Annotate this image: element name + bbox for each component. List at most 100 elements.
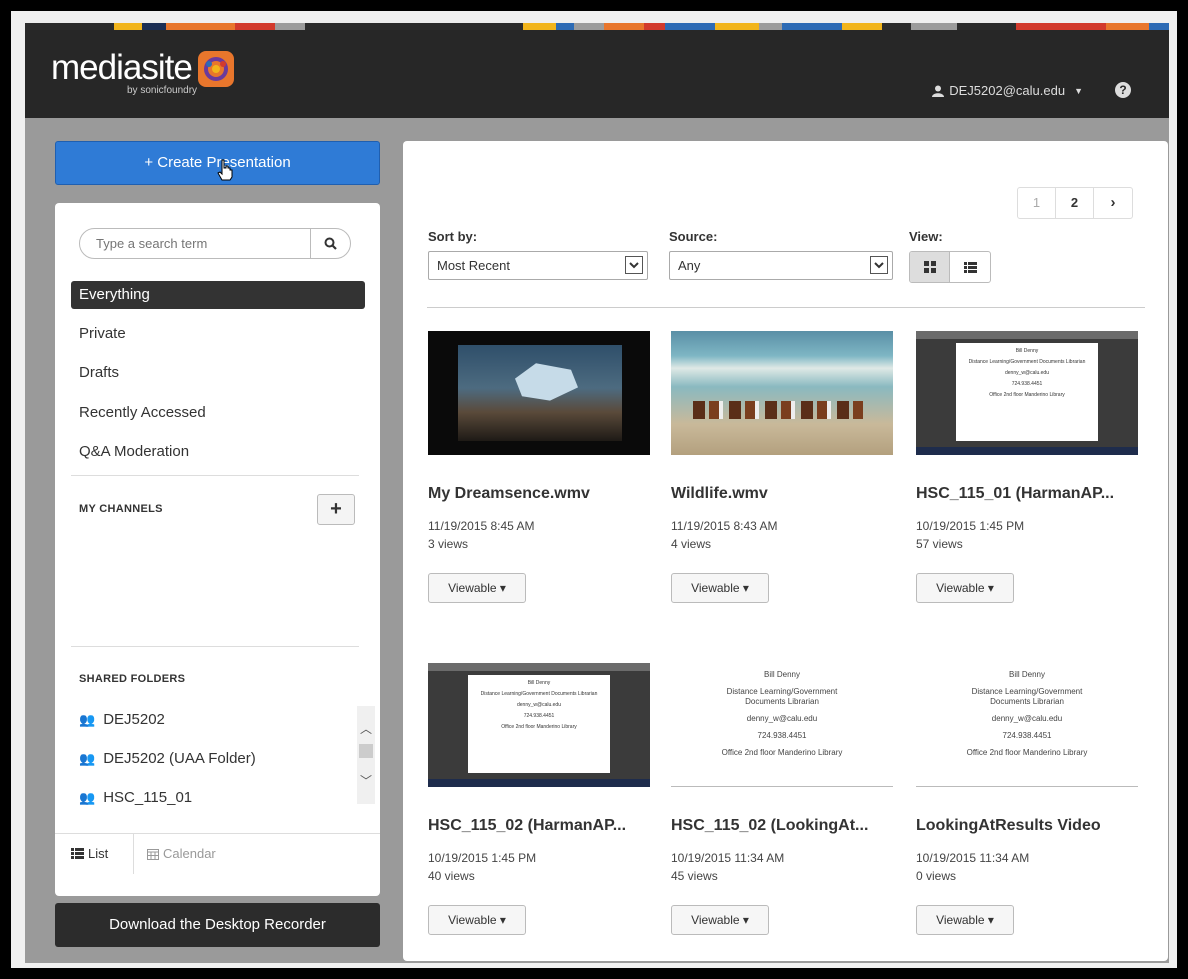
folder-item[interactable]: 👥 DEJ5202 bbox=[79, 711, 165, 728]
calendar-view-toggle[interactable]: Calendar bbox=[147, 846, 216, 861]
app-window: mediasite by sonicfoundry DEJ5202@calu.e… bbox=[25, 23, 1169, 963]
presentation-title[interactable]: HSC_115_01 (HarmanAP... bbox=[916, 485, 1146, 503]
presentation-card[interactable]: Bill Denny Distance Learning/Government … bbox=[671, 663, 893, 935]
nav-qa-moderation[interactable]: Q&A Moderation bbox=[71, 438, 365, 466]
page-1-button[interactable]: 1 bbox=[1018, 188, 1056, 218]
presentation-title[interactable]: HSC_115_02 (HarmanAP... bbox=[428, 817, 658, 835]
presentation-views: 45 views bbox=[671, 869, 718, 883]
calendar-icon bbox=[147, 848, 159, 860]
sidebar-panel: Everything Private Drafts Recently Acces… bbox=[55, 203, 380, 896]
list-icon bbox=[71, 848, 84, 859]
presentation-views: 40 views bbox=[428, 869, 475, 883]
download-recorder-button[interactable]: Download the Desktop Recorder bbox=[55, 903, 380, 947]
pagination: 1 2 › bbox=[1017, 187, 1133, 219]
presentation-date: 10/19/2015 1:45 PM bbox=[916, 519, 1025, 533]
status-dropdown[interactable]: Viewable ▾ bbox=[428, 905, 526, 935]
nav-recently-accessed[interactable]: Recently Accessed bbox=[71, 399, 365, 427]
video-thumbnail[interactable]: Bill Denny Distance Learning/Government … bbox=[671, 663, 893, 787]
mediasite-logo[interactable]: mediasite by sonicfoundry bbox=[51, 48, 234, 96]
folders-scrollbar[interactable]: ︿ ﹀ bbox=[357, 706, 375, 804]
divider bbox=[133, 834, 134, 874]
sort-value: Most Recent bbox=[437, 258, 510, 273]
nav-drafts[interactable]: Drafts bbox=[71, 359, 365, 387]
presentations-panel: 1 2 › Sort by: Most Recent Source: Any V… bbox=[403, 141, 1168, 961]
my-channels-heading: MY CHANNELS bbox=[79, 503, 163, 515]
search-box bbox=[79, 228, 351, 259]
presentation-views: 0 views bbox=[916, 869, 957, 883]
slide-office: Office 2nd floor Manderino Library bbox=[721, 748, 843, 757]
search-button[interactable] bbox=[310, 228, 350, 259]
nav-everything[interactable]: Everything bbox=[71, 281, 365, 309]
presentation-card[interactable]: Bill Denny Distance Learning/Government … bbox=[916, 663, 1138, 935]
presentation-card[interactable]: Bill Denny Distance Learning/Government … bbox=[428, 663, 650, 935]
sort-select[interactable]: Most Recent bbox=[428, 251, 648, 280]
add-channel-button[interactable]: + bbox=[317, 494, 355, 525]
list-label: List bbox=[88, 846, 109, 861]
users-icon: 👥 bbox=[79, 789, 96, 805]
view-label: View: bbox=[909, 229, 943, 244]
slide-page: Bill Denny Distance Learning/Government … bbox=[956, 343, 1098, 441]
presentation-card[interactable]: My Dreamsence.wmv 11/19/2015 8:45 AM 3 v… bbox=[428, 331, 650, 603]
status-dropdown[interactable]: Viewable ▾ bbox=[671, 573, 769, 603]
chevron-down-icon: ▼ bbox=[1074, 85, 1083, 96]
slide-role: Distance Learning/Government Documents L… bbox=[480, 691, 598, 697]
scroll-up-icon[interactable]: ︿ bbox=[360, 720, 372, 737]
divider bbox=[427, 307, 1145, 308]
video-thumbnail[interactable]: Bill Denny Distance Learning/Government … bbox=[916, 331, 1138, 455]
top-bar: mediasite by sonicfoundry DEJ5202@calu.e… bbox=[25, 23, 1169, 118]
scroll-down-icon[interactable]: ﹀ bbox=[360, 772, 372, 789]
search-input[interactable] bbox=[96, 236, 296, 251]
source-select[interactable]: Any bbox=[669, 251, 893, 280]
folder-label: DEJ5202 (UAA Folder) bbox=[103, 750, 256, 767]
nav-private[interactable]: Private bbox=[71, 320, 365, 348]
view-toggle: List Calendar bbox=[55, 833, 380, 874]
status-dropdown[interactable]: Viewable ▾ bbox=[916, 905, 1014, 935]
shared-folders-heading: SHARED FOLDERS bbox=[79, 673, 186, 685]
presentation-title[interactable]: HSC_115_02 (LookingAt... bbox=[671, 817, 901, 835]
slide-office: Office 2nd floor Manderino Library bbox=[989, 392, 1065, 398]
presentation-card[interactable]: Wildlife.wmv 11/19/2015 8:43 AM 4 views … bbox=[671, 331, 893, 603]
user-menu[interactable]: DEJ5202@calu.edu ▼ bbox=[932, 83, 1083, 98]
grid-view-button[interactable] bbox=[910, 252, 950, 282]
status-dropdown[interactable]: Viewable ▾ bbox=[428, 573, 526, 603]
slide-page: Bill Denny Distance Learning/Government … bbox=[468, 675, 610, 773]
status-dropdown[interactable]: Viewable ▾ bbox=[671, 905, 769, 935]
page-2-button[interactable]: 2 bbox=[1056, 188, 1094, 218]
divider bbox=[71, 646, 359, 647]
video-thumbnail[interactable]: Bill Denny Distance Learning/Government … bbox=[916, 663, 1138, 787]
thumbnail-toolbar bbox=[916, 331, 1138, 339]
help-icon[interactable]: ? bbox=[1115, 82, 1131, 98]
logo-mark-icon bbox=[197, 51, 234, 87]
slide-office: Office 2nd floor Manderino Library bbox=[966, 748, 1088, 757]
presentation-title[interactable]: My Dreamsence.wmv bbox=[428, 485, 658, 503]
list-view-button[interactable] bbox=[950, 252, 990, 282]
next-page-button[interactable]: › bbox=[1094, 188, 1132, 218]
presentation-title[interactable]: LookingAtResults Video bbox=[916, 817, 1146, 835]
presentation-card[interactable]: Bill Denny Distance Learning/Government … bbox=[916, 331, 1138, 603]
list-icon bbox=[963, 261, 977, 273]
folder-item[interactable]: 👥 DEJ5202 (UAA Folder) bbox=[79, 750, 256, 767]
scroll-thumb[interactable] bbox=[359, 744, 373, 758]
video-thumbnail[interactable]: Bill Denny Distance Learning/Government … bbox=[428, 663, 650, 787]
folder-label: HSC_115_01 bbox=[103, 789, 193, 806]
video-thumbnail[interactable] bbox=[428, 331, 650, 455]
presentation-date: 10/19/2015 11:34 AM bbox=[916, 851, 1030, 865]
presentation-date: 11/19/2015 8:43 AM bbox=[671, 519, 778, 533]
presentation-date: 10/19/2015 11:34 AM bbox=[671, 851, 785, 865]
source-label: Source: bbox=[669, 229, 718, 244]
search-icon bbox=[324, 237, 337, 250]
slide-phone: 724.938.4451 bbox=[757, 731, 807, 740]
slide-role: Distance Learning/Government Documents L… bbox=[726, 687, 838, 706]
video-thumbnail[interactable] bbox=[671, 331, 893, 455]
users-icon: 👥 bbox=[79, 711, 96, 727]
folder-item[interactable]: 👥 HSC_115_01 bbox=[79, 789, 192, 806]
slide-phone: 724.938.4451 bbox=[1002, 731, 1052, 740]
list-view-toggle[interactable]: List bbox=[71, 846, 108, 861]
presentation-title[interactable]: Wildlife.wmv bbox=[671, 485, 901, 503]
slide-name: Bill Denny bbox=[1008, 670, 1045, 679]
chevron-down-icon bbox=[625, 256, 643, 274]
logo-subtitle: by sonicfoundry bbox=[127, 85, 198, 96]
status-dropdown[interactable]: Viewable ▾ bbox=[916, 573, 1014, 603]
logo-text: mediasite bbox=[51, 48, 193, 87]
presentation-date: 11/19/2015 8:45 AM bbox=[428, 519, 535, 533]
